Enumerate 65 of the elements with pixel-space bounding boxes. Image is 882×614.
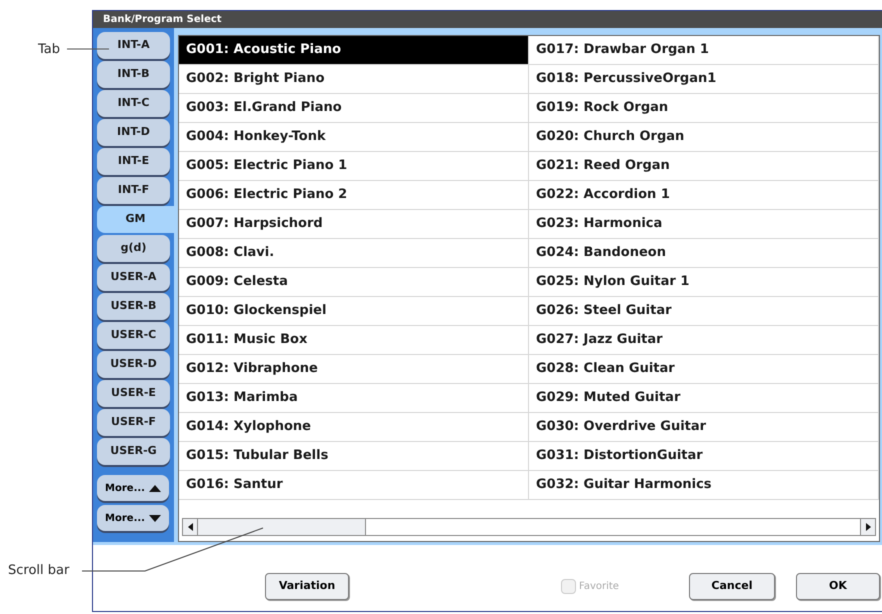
program-item[interactable]: G026: Steel Guitar [529,297,879,326]
tab[interactable]: INT-A [97,32,170,59]
program-item[interactable]: G012: Vibraphone [179,355,529,384]
program-item[interactable]: G013: Marimba [179,384,529,413]
program-item[interactable]: G027: Jazz Guitar [529,326,879,355]
program-item[interactable]: G009: Celesta [179,268,529,297]
scroll-thumb[interactable] [198,519,366,535]
ok-button[interactable]: OK [796,572,880,600]
program-item[interactable]: G023: Harmonica [529,210,879,239]
callout-label: Scroll bar [8,562,70,580]
program-item[interactable]: G015: Tubular Bells [179,442,529,471]
program-item[interactable]: G001: Acoustic Piano [179,36,529,65]
tab[interactable]: INT-D [97,119,170,146]
tab[interactable]: INT-E [97,148,170,175]
program-item[interactable]: G007: Harpsichord [179,210,529,239]
tab[interactable]: USER-D [97,351,170,378]
cancel-button[interactable]: Cancel [688,572,775,600]
favorite-label: Favorite [579,580,619,594]
tab[interactable]: USER-C [97,322,170,349]
tab[interactable]: USER-A [97,264,170,291]
program-item[interactable]: G025: Nylon Guitar 1 [529,268,879,297]
program-item[interactable]: G029: Muted Guitar [529,384,879,413]
program-item[interactable]: G018: PercussiveOrgan1 [529,65,879,94]
tab[interactable]: USER-E [97,380,170,407]
tab[interactable]: USER-G [97,438,170,465]
tab[interactable]: USER-B [97,293,170,320]
program-item[interactable]: G005: Electric Piano 1 [179,152,529,181]
more-button[interactable]: More... [97,505,169,531]
program-item[interactable]: G021: Reed Organ [529,152,879,181]
tab[interactable]: INT-F [97,177,170,204]
program-item[interactable]: G010: Glockenspiel [179,297,529,326]
program-item[interactable]: G016: Santur [179,471,529,500]
right-triangle-icon [866,523,870,531]
program-item[interactable]: G004: Honkey-Tonk [179,123,529,152]
program-item[interactable]: G008: Clavi. [179,239,529,268]
program-item[interactable]: G022: Accordion 1 [529,181,879,210]
program-item[interactable]: G019: Rock Organ [529,94,879,123]
program-item[interactable]: G006: Electric Piano 2 [179,181,529,210]
program-item[interactable]: G011: Music Box [179,326,529,355]
program-item[interactable]: G003: El.Grand Piano [179,94,529,123]
variation-button[interactable]: Variation [265,572,349,600]
program-item[interactable]: G032: Guitar Harmonics [529,471,879,500]
program-item[interactable]: G030: Overdrive Guitar [529,413,879,442]
tab[interactable]: INT-B [97,61,170,88]
program-item[interactable]: G020: Church Organ [529,123,879,152]
program-item[interactable]: G017: Drawbar Organ 1 [529,36,879,65]
scroll-right-button[interactable] [860,519,875,535]
more-button[interactable]: More... [97,475,169,501]
program-item[interactable]: G028: Clean Guitar [529,355,879,384]
tab[interactable]: INT-C [97,90,170,117]
leader-line [67,48,109,50]
down-triangle-icon [148,514,161,522]
tab[interactable]: GM [97,206,174,233]
scroll-bar[interactable] [182,518,876,536]
scroll-left-button[interactable] [183,519,198,535]
program-item[interactable]: G014: Xylophone [179,413,529,442]
tab[interactable]: g(d) [97,235,170,262]
callout-label: Tab [38,41,60,59]
program-item[interactable]: G024: Bandoneon [529,239,879,268]
window-title: Bank/Program Select [93,11,882,28]
up-triangle-icon [148,484,161,492]
program-item[interactable]: G031: DistortionGuitar [529,442,879,471]
left-triangle-icon [188,523,192,531]
program-item[interactable]: G002: Bright Piano [179,65,529,94]
tab[interactable]: USER-F [97,409,170,436]
